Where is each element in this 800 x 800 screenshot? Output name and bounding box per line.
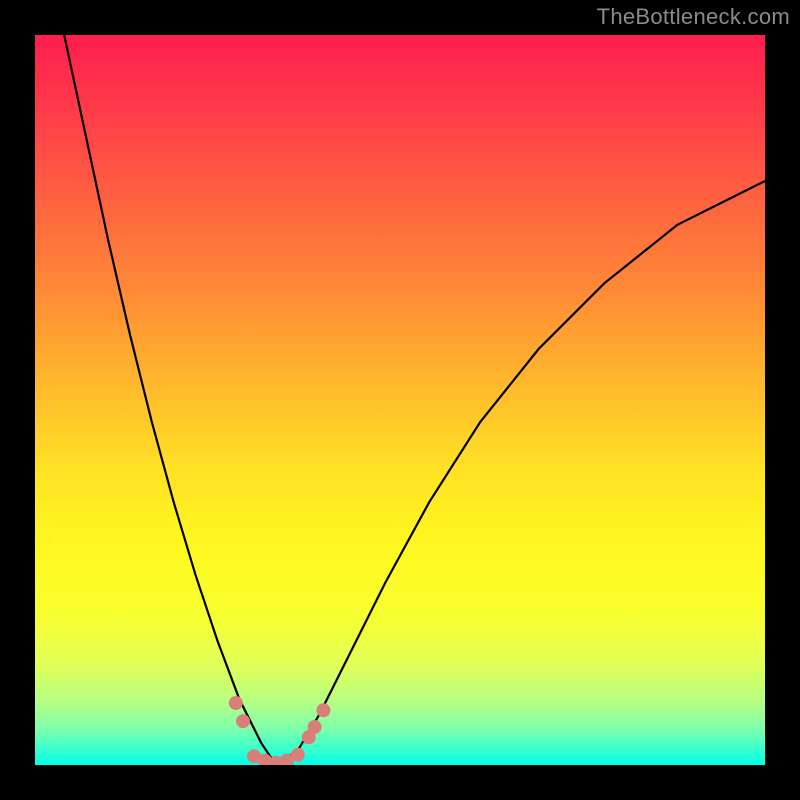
plot-area [35, 35, 765, 765]
marker-dot [229, 696, 243, 710]
marker-dots-bottom [247, 748, 305, 765]
curve-svg [35, 35, 765, 765]
chart-frame: TheBottleneck.com [0, 0, 800, 800]
marker-dot [308, 720, 322, 734]
watermark-text: TheBottleneck.com [597, 4, 790, 30]
marker-dot [291, 748, 305, 762]
marker-dots-right [302, 703, 331, 744]
marker-dot [316, 703, 330, 717]
marker-dot [236, 714, 250, 728]
bottleneck-curve [64, 35, 765, 765]
